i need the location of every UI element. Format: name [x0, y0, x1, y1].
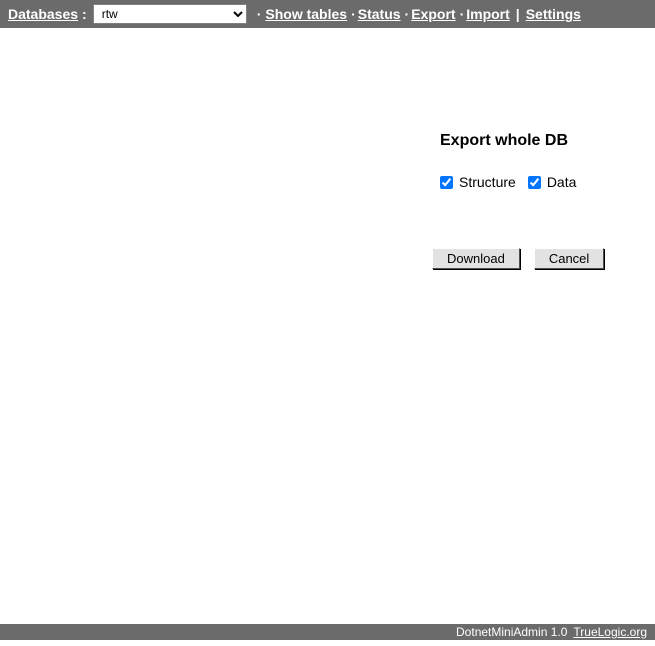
dot-sep: ·: [405, 6, 410, 22]
databases-link[interactable]: Databases: [8, 6, 78, 22]
structure-checkbox[interactable]: [440, 176, 453, 189]
dot-sep: ·: [257, 6, 262, 22]
data-label: Data: [547, 174, 577, 190]
footer-app: DotnetMiniAdmin 1.0: [456, 625, 567, 639]
show-tables-link[interactable]: Show tables: [265, 6, 347, 22]
structure-label: Structure: [459, 174, 516, 190]
download-button[interactable]: Download: [432, 248, 520, 269]
export-options: Structure Data: [440, 174, 576, 190]
status-link[interactable]: Status: [358, 6, 401, 22]
cancel-button[interactable]: Cancel: [534, 248, 604, 269]
pipe-sep: |: [516, 6, 520, 22]
data-checkbox[interactable]: [528, 176, 541, 189]
button-row: Download Cancel: [432, 248, 604, 269]
settings-link[interactable]: Settings: [526, 6, 581, 22]
dot-sep: ·: [351, 6, 356, 22]
topbar: Databases : rtw ·Show tables ·Status ·Ex…: [0, 0, 655, 28]
colon: :: [82, 6, 87, 22]
page-title: Export whole DB: [440, 132, 576, 150]
footer-link[interactable]: TrueLogic.org: [573, 625, 647, 639]
dot-sep: ·: [460, 6, 465, 22]
export-panel: Export whole DB Structure Data: [440, 132, 576, 190]
database-select[interactable]: rtw: [93, 4, 247, 24]
footer: DotnetMiniAdmin 1.0 TrueLogic.org: [0, 622, 655, 640]
import-link[interactable]: Import: [466, 6, 510, 22]
export-link[interactable]: Export: [411, 6, 455, 22]
